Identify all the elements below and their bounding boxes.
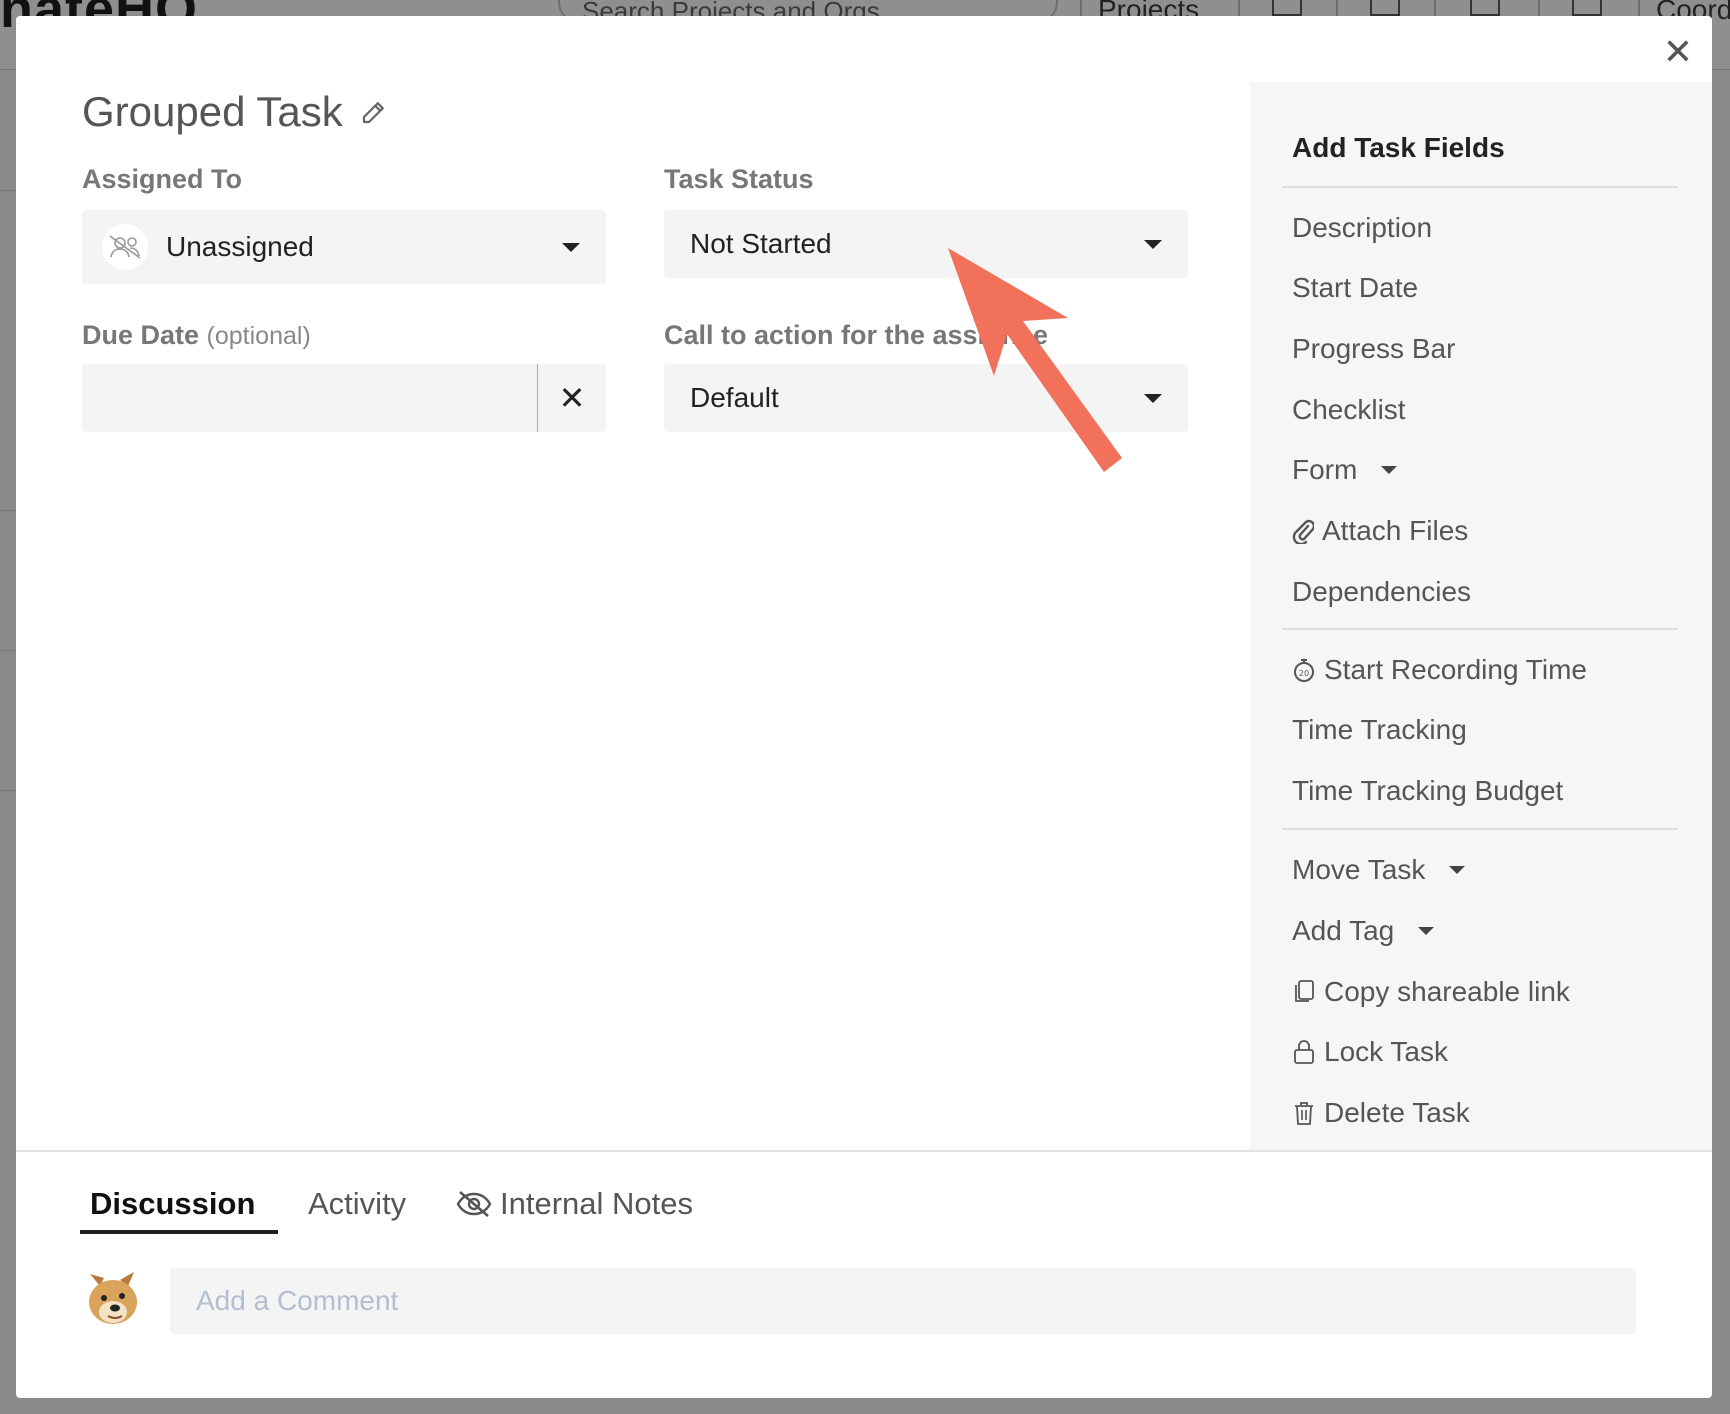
menu-item-label: Time Tracking	[1292, 714, 1467, 745]
add-progress-bar-button[interactable]: Progress Bar	[1292, 333, 1455, 365]
chevron-down-icon	[1418, 927, 1435, 935]
background-divider	[0, 190, 16, 191]
start-recording-time-button[interactable]: 20 Start Recording Time	[1292, 654, 1587, 686]
title-row: Grouped Task	[82, 82, 389, 142]
add-task-fields-panel: Add Task Fields Description Start Date P…	[1250, 82, 1712, 1152]
tab-internal-notes-label: Internal Notes	[500, 1186, 693, 1221]
paperclip-icon	[1292, 519, 1314, 544]
add-task-fields-title: Add Task Fields	[1292, 132, 1505, 163]
task-title[interactable]: Grouped Task	[82, 88, 343, 136]
menu-item-label: Checklist	[1292, 394, 1406, 425]
tab-activity[interactable]: Activity	[308, 1186, 406, 1222]
copy-icon	[1295, 980, 1314, 1002]
attach-files-button[interactable]: Attach Files	[1292, 515, 1468, 547]
add-start-date-button[interactable]: Start Date	[1292, 272, 1418, 304]
active-tab-indicator	[80, 1230, 278, 1234]
clear-date-button[interactable]: ✕	[538, 364, 606, 432]
chevron-down-icon	[1381, 466, 1398, 474]
menu-item-label: Start Recording Time	[1324, 654, 1587, 685]
add-checklist-button[interactable]: Checklist	[1292, 394, 1406, 426]
due-date-field: ✕	[82, 364, 606, 432]
tab-discussion[interactable]: Discussion	[90, 1186, 255, 1222]
delete-task-button[interactable]: Delete Task	[1292, 1097, 1470, 1129]
chevron-down-icon	[1449, 866, 1466, 874]
add-comment-input[interactable]	[170, 1268, 1636, 1334]
due-date-label-text: Due Date	[82, 320, 200, 350]
menu-item-label: Attach Files	[1322, 515, 1469, 546]
call-to-action-value: Default	[690, 382, 779, 413]
background-mail-icon	[1470, 0, 1500, 16]
menu-item-label: Dependencies	[1292, 576, 1472, 607]
divider	[16, 1150, 1712, 1152]
stopwatch-icon: 20	[1294, 659, 1314, 682]
task-modal: ✕ Grouped Task Assigned To Unassigned Ta…	[16, 16, 1712, 1398]
tab-internal-notes[interactable]: Internal Notes	[456, 1186, 693, 1222]
svg-text:20: 20	[1299, 669, 1309, 678]
lock-icon	[1294, 1040, 1314, 1064]
add-form-dropdown[interactable]: Form	[1292, 454, 1398, 486]
edit-pencil-icon[interactable]	[359, 97, 389, 127]
move-task-dropdown[interactable]: Move Task	[1292, 854, 1466, 886]
trash-icon	[1295, 1102, 1313, 1125]
background-divider	[0, 510, 16, 511]
eye-slash-icon	[456, 1191, 492, 1217]
chevron-down-icon	[562, 242, 580, 252]
assigned-to-select[interactable]: Unassigned	[82, 210, 606, 284]
unassigned-users-icon	[102, 224, 148, 270]
due-date-optional: (optional)	[206, 322, 311, 350]
add-description-button[interactable]: Description	[1292, 212, 1432, 244]
call-to-action-label: Call to action for the assignee	[664, 320, 1049, 350]
menu-item-label: Description	[1292, 212, 1433, 243]
divider	[1282, 186, 1678, 188]
background-calendar-icon	[1370, 0, 1400, 16]
chevron-down-icon	[1144, 393, 1162, 403]
background-home-icon	[1572, 0, 1602, 16]
add-dependencies-button[interactable]: Dependencies	[1292, 576, 1471, 608]
assigned-to-value: Unassigned	[166, 231, 314, 262]
background-divider	[0, 650, 16, 651]
menu-item-label: Time Tracking Budget	[1292, 775, 1564, 806]
background-left-edge	[0, 70, 16, 1414]
call-to-action-select[interactable]: Default	[664, 364, 1188, 432]
task-status-label: Task Status	[664, 164, 814, 194]
menu-item-label: Progress Bar	[1292, 333, 1456, 364]
menu-item-label: Lock Task	[1324, 1036, 1448, 1067]
menu-item-label: Move Task	[1292, 854, 1426, 885]
menu-item-label: Form	[1292, 454, 1358, 485]
lock-task-button[interactable]: Lock Task	[1292, 1036, 1448, 1068]
background-divider	[0, 790, 16, 791]
add-tag-dropdown[interactable]: Add Tag	[1292, 915, 1435, 947]
menu-item-label: Copy shareable link	[1324, 976, 1570, 1007]
add-time-tracking-button[interactable]: Time Tracking	[1292, 714, 1467, 746]
divider	[1282, 828, 1678, 830]
user-avatar[interactable]	[82, 1266, 144, 1328]
task-status-select[interactable]: Not Started	[664, 210, 1188, 278]
due-date-label: Due Date (optional)	[82, 320, 311, 351]
menu-item-label: Start Date	[1292, 272, 1419, 303]
close-button[interactable]: ✕	[1656, 30, 1700, 74]
due-date-input[interactable]	[82, 364, 538, 432]
copy-shareable-link-button[interactable]: Copy shareable link	[1292, 976, 1570, 1008]
add-time-tracking-budget-button[interactable]: Time Tracking Budget	[1292, 775, 1563, 807]
menu-item-label: Delete Task	[1324, 1097, 1470, 1128]
task-status-value: Not Started	[690, 228, 832, 259]
assigned-to-label: Assigned To	[82, 164, 243, 194]
chevron-down-icon	[1144, 239, 1162, 249]
menu-item-label: Add Tag	[1292, 915, 1395, 946]
background-list-icon	[1272, 0, 1302, 16]
divider	[1282, 628, 1678, 630]
